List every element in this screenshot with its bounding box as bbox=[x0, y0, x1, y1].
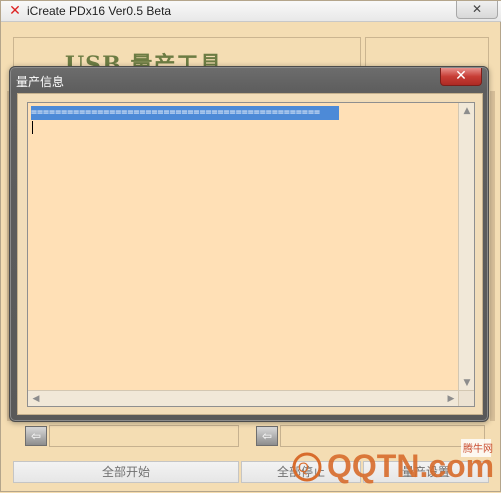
main-close-button[interactable]: ✕ bbox=[456, 1, 498, 19]
settings-button[interactable]: 量产设置 bbox=[363, 461, 489, 483]
start-all-button[interactable]: 全部开始 bbox=[13, 461, 239, 483]
port-arrow-icon-2[interactable]: ⇦ bbox=[256, 426, 278, 446]
right-side-strip bbox=[490, 91, 495, 421]
production-log-textarea[interactable]: ========================================… bbox=[27, 102, 475, 407]
stop-all-button[interactable]: 全部停止 bbox=[241, 461, 361, 483]
scroll-right-icon[interactable]: ▶ bbox=[443, 391, 459, 407]
dialog-content-area: ========================================… bbox=[17, 93, 483, 415]
scroll-left-icon[interactable]: ◀ bbox=[28, 391, 44, 407]
vertical-scrollbar[interactable]: ▲ ▼ bbox=[458, 103, 474, 391]
window-title: iCreate PDx16 Ver0.5 Beta bbox=[27, 4, 172, 18]
production-info-dialog: 量产信息 ✕ =================================… bbox=[9, 66, 489, 422]
bottom-buttons-bar: 全部开始 全部停止 量产设置 bbox=[13, 461, 489, 483]
port-arrow-icon-1[interactable]: ⇦ bbox=[25, 426, 47, 446]
dialog-close-button[interactable]: ✕ bbox=[440, 68, 482, 86]
text-caret bbox=[32, 121, 33, 134]
selected-log-text[interactable]: ========================================… bbox=[31, 106, 339, 120]
port-status-row: ⇦ ⇦ bbox=[25, 425, 485, 449]
port-status-box-2 bbox=[280, 425, 485, 447]
horizontal-scrollbar[interactable]: ◀ ▶ bbox=[28, 390, 459, 406]
port-status-box-1 bbox=[49, 425, 239, 447]
scrollbar-corner bbox=[458, 390, 474, 406]
dialog-title: 量产信息 bbox=[16, 75, 65, 89]
title-bar: ✕ iCreate PDx16 Ver0.5 Beta ✕ bbox=[1, 1, 501, 22]
scroll-down-icon[interactable]: ▼ bbox=[459, 375, 475, 391]
app-icon: ✕ bbox=[9, 3, 21, 19]
scroll-up-icon[interactable]: ▲ bbox=[459, 103, 475, 119]
